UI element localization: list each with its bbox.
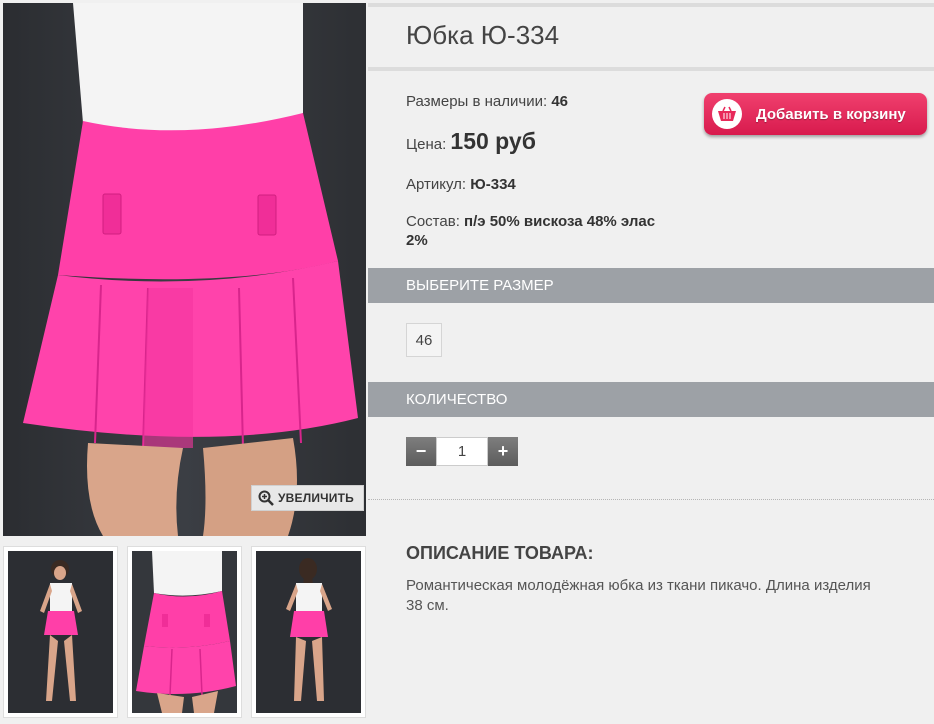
zoom-in-icon xyxy=(258,490,274,506)
size-option-46[interactable]: 46 xyxy=(406,323,442,357)
add-to-cart-label: Добавить в корзину xyxy=(756,105,906,123)
sizes-available: Размеры в наличии: 46 xyxy=(406,93,568,110)
zoom-button[interactable]: УВЕЛИЧИТЬ xyxy=(251,485,364,511)
sizes-value: 46 xyxy=(551,93,568,110)
divider xyxy=(368,499,934,500)
page-title: Юбка Ю-334 xyxy=(406,20,560,50)
price-value: 150 руб xyxy=(450,128,536,154)
quantity-section-header: КОЛИЧЕСТВО xyxy=(368,382,934,417)
shopping-basket-icon xyxy=(712,99,742,129)
price-label: Цена: xyxy=(406,136,447,153)
thumbnail-front-full[interactable] xyxy=(3,546,118,718)
sizes-label: Размеры в наличии: xyxy=(406,93,548,110)
thumbnail-back-full[interactable] xyxy=(251,546,366,718)
sku-row: Артикул: Ю-334 xyxy=(406,176,516,193)
price-row: Цена: 150 руб xyxy=(406,128,536,155)
add-to-cart-button[interactable]: Добавить в корзину xyxy=(704,93,927,135)
main-product-image[interactable] xyxy=(3,3,366,536)
composition-label: Состав: xyxy=(406,213,460,230)
quantity-decrease-button[interactable]: − xyxy=(406,437,436,466)
composition-row: Состав: п/э 50% вискоза 48% элас 2% xyxy=(406,212,696,250)
size-section-header: ВЫБЕРИТЕ РАЗМЕР xyxy=(368,268,934,303)
description-text: Романтическая молодёжная юбка из ткани п… xyxy=(406,577,871,614)
composition-value-line2: 2% xyxy=(406,232,428,249)
zoom-label: УВЕЛИЧИТЬ xyxy=(278,491,354,505)
thumbnail-closeup[interactable] xyxy=(127,546,242,718)
sku-value: Ю-334 xyxy=(470,176,516,193)
composition-value-line1: п/э 50% вискоза 48% элас xyxy=(464,213,656,230)
description-title: ОПИСАНИЕ ТОВАРА: xyxy=(406,543,594,563)
quantity-input[interactable] xyxy=(436,437,488,466)
sku-label: Артикул: xyxy=(406,176,467,193)
quantity-increase-button[interactable]: + xyxy=(488,437,518,466)
